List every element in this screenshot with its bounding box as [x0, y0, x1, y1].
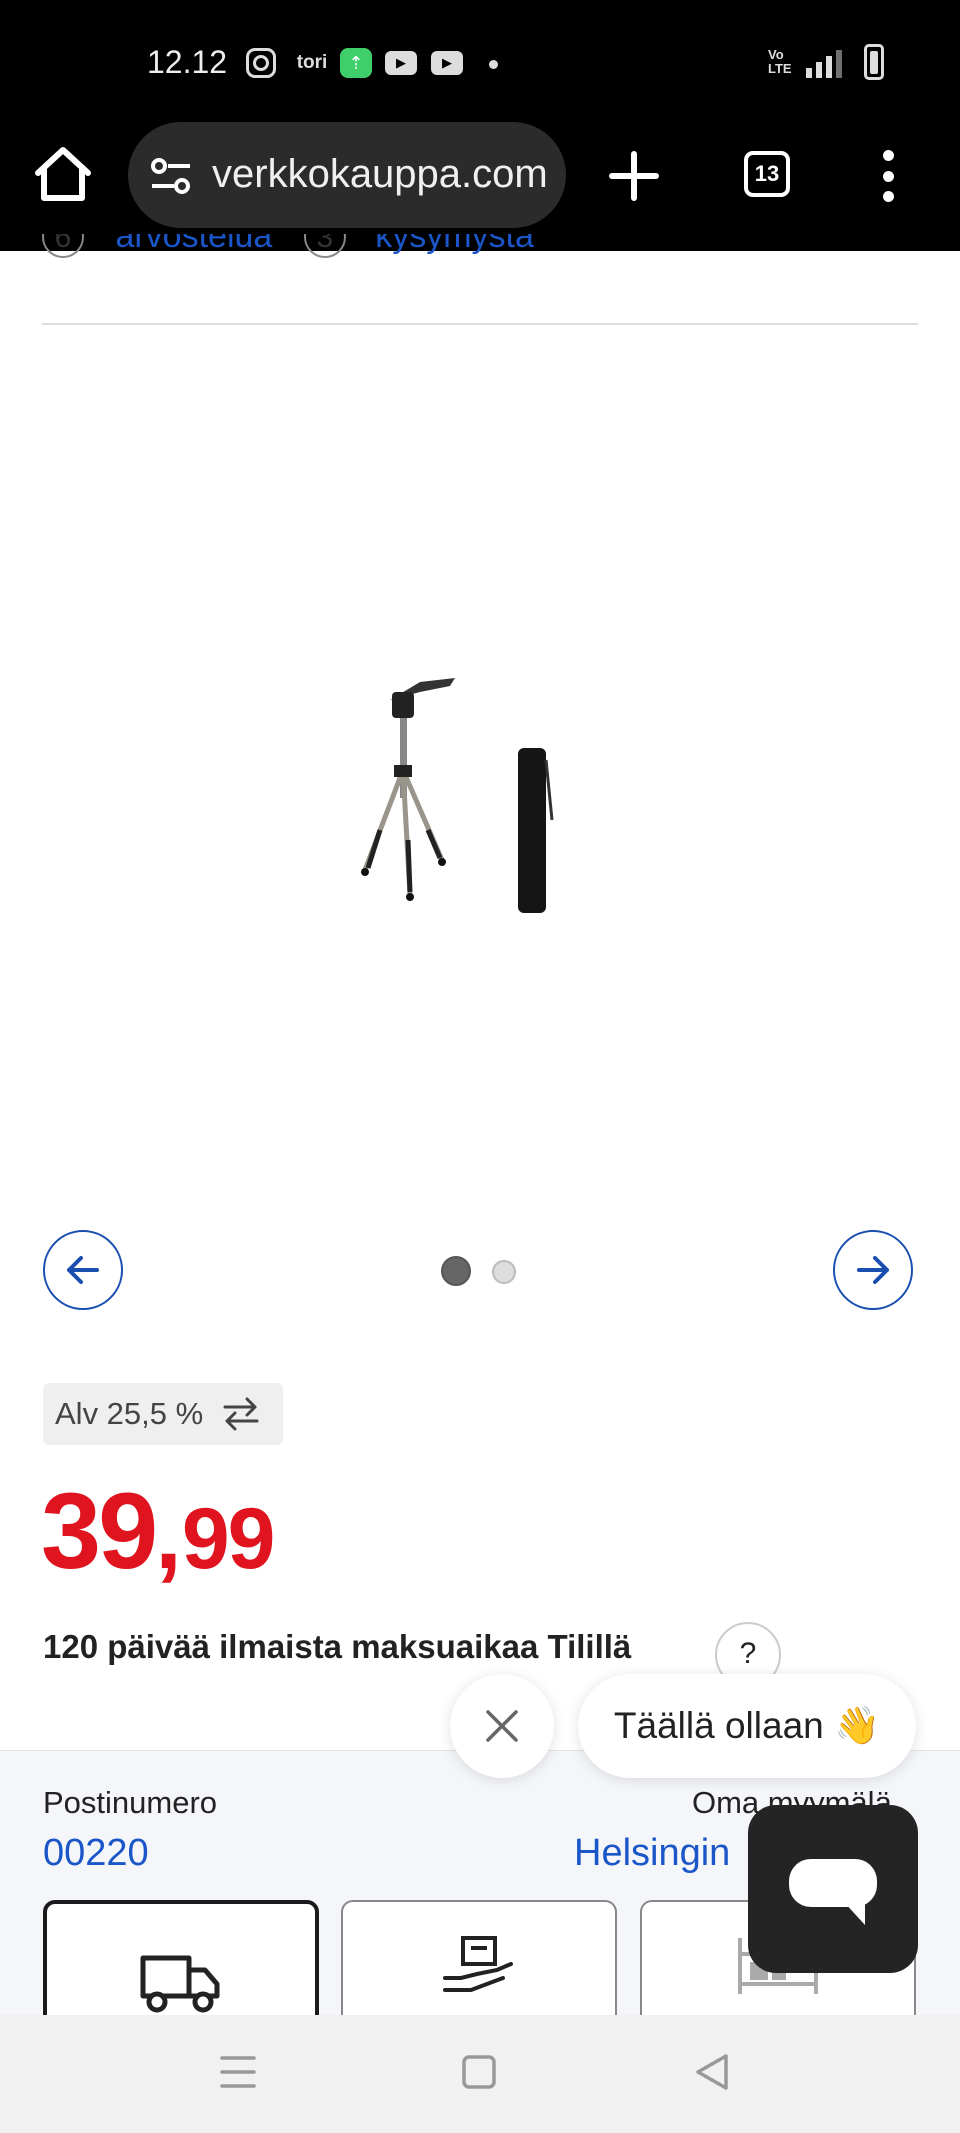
previous-image-button[interactable]: [43, 1230, 123, 1310]
reviews-link[interactable]: arvostelua: [115, 234, 272, 255]
vat-toggle[interactable]: Alv 25,5 %: [43, 1383, 283, 1445]
delivery-option-pickup[interactable]: [341, 1900, 617, 2030]
browser-chrome: 12.12 tori ⇡ ▶ ▶ Vo LTE verkkokauppa.com …: [0, 0, 960, 251]
divider: [42, 323, 918, 325]
status-time: 12.12: [147, 44, 228, 80]
price-comma: ,: [155, 1482, 182, 1589]
questions-count: 3: [303, 234, 346, 258]
price-whole: 39: [41, 1470, 158, 1591]
chat-greeting-bubble[interactable]: Täällä ollaan 👋: [578, 1674, 916, 1778]
pickup-point-icon: [443, 1936, 513, 1992]
rating-row: 6 arvostelua 3 kysymystä: [42, 234, 942, 274]
site-settings-icon[interactable]: [150, 156, 192, 196]
tabs-icon[interactable]: 13: [744, 151, 790, 197]
signal-icon: [806, 46, 852, 78]
postal-code-link[interactable]: 00220: [43, 1832, 149, 1875]
delivery-option-home[interactable]: [43, 1900, 319, 2030]
chat-launcher-button[interactable]: [748, 1805, 918, 1973]
battery-icon: [864, 44, 884, 80]
vat-label: Alv 25,5 %: [55, 1396, 204, 1431]
questions-link[interactable]: kysymystä: [375, 234, 534, 255]
back-icon[interactable]: [694, 2052, 730, 2092]
store-link[interactable]: Helsingin: [574, 1832, 730, 1875]
carousel-dot[interactable]: [492, 1260, 516, 1284]
volte-icon: Vo LTE: [768, 47, 792, 76]
close-chat-prompt-button[interactable]: [450, 1674, 554, 1778]
swap-icon: [221, 1396, 261, 1432]
home-icon[interactable]: [32, 145, 94, 203]
new-tab-icon[interactable]: [608, 150, 660, 202]
chat-icon: [789, 1859, 877, 1925]
product-price: 39,99: [41, 1468, 276, 1593]
youtube-icon: ▶: [385, 51, 417, 75]
home-nav-icon[interactable]: [459, 2052, 499, 2092]
more-notifications-icon: [489, 60, 498, 69]
reviews-count: 6: [42, 234, 84, 258]
upload-icon: ⇡: [340, 48, 372, 78]
youtube-icon: ▶: [431, 51, 463, 75]
recent-apps-icon[interactable]: [220, 2052, 256, 2092]
tori-icon: tori: [296, 52, 328, 73]
more-icon[interactable]: [880, 150, 896, 202]
postal-label: Postinumero: [43, 1785, 218, 1820]
url-bar[interactable]: verkkokauppa.com: [128, 122, 566, 228]
installments-text: 120 päivää ilmaista maksuaikaa Tilillä: [43, 1628, 632, 1665]
url-text[interactable]: verkkokauppa.com: [212, 152, 552, 197]
close-icon: [486, 1710, 518, 1742]
price-decimals: 99: [181, 1491, 276, 1587]
carousel-dot-active[interactable]: [441, 1256, 471, 1286]
next-image-button[interactable]: [833, 1230, 913, 1310]
instagram-icon: [246, 48, 276, 78]
delivery-truck-icon: [140, 1955, 220, 2013]
product-image[interactable]: [350, 670, 570, 930]
